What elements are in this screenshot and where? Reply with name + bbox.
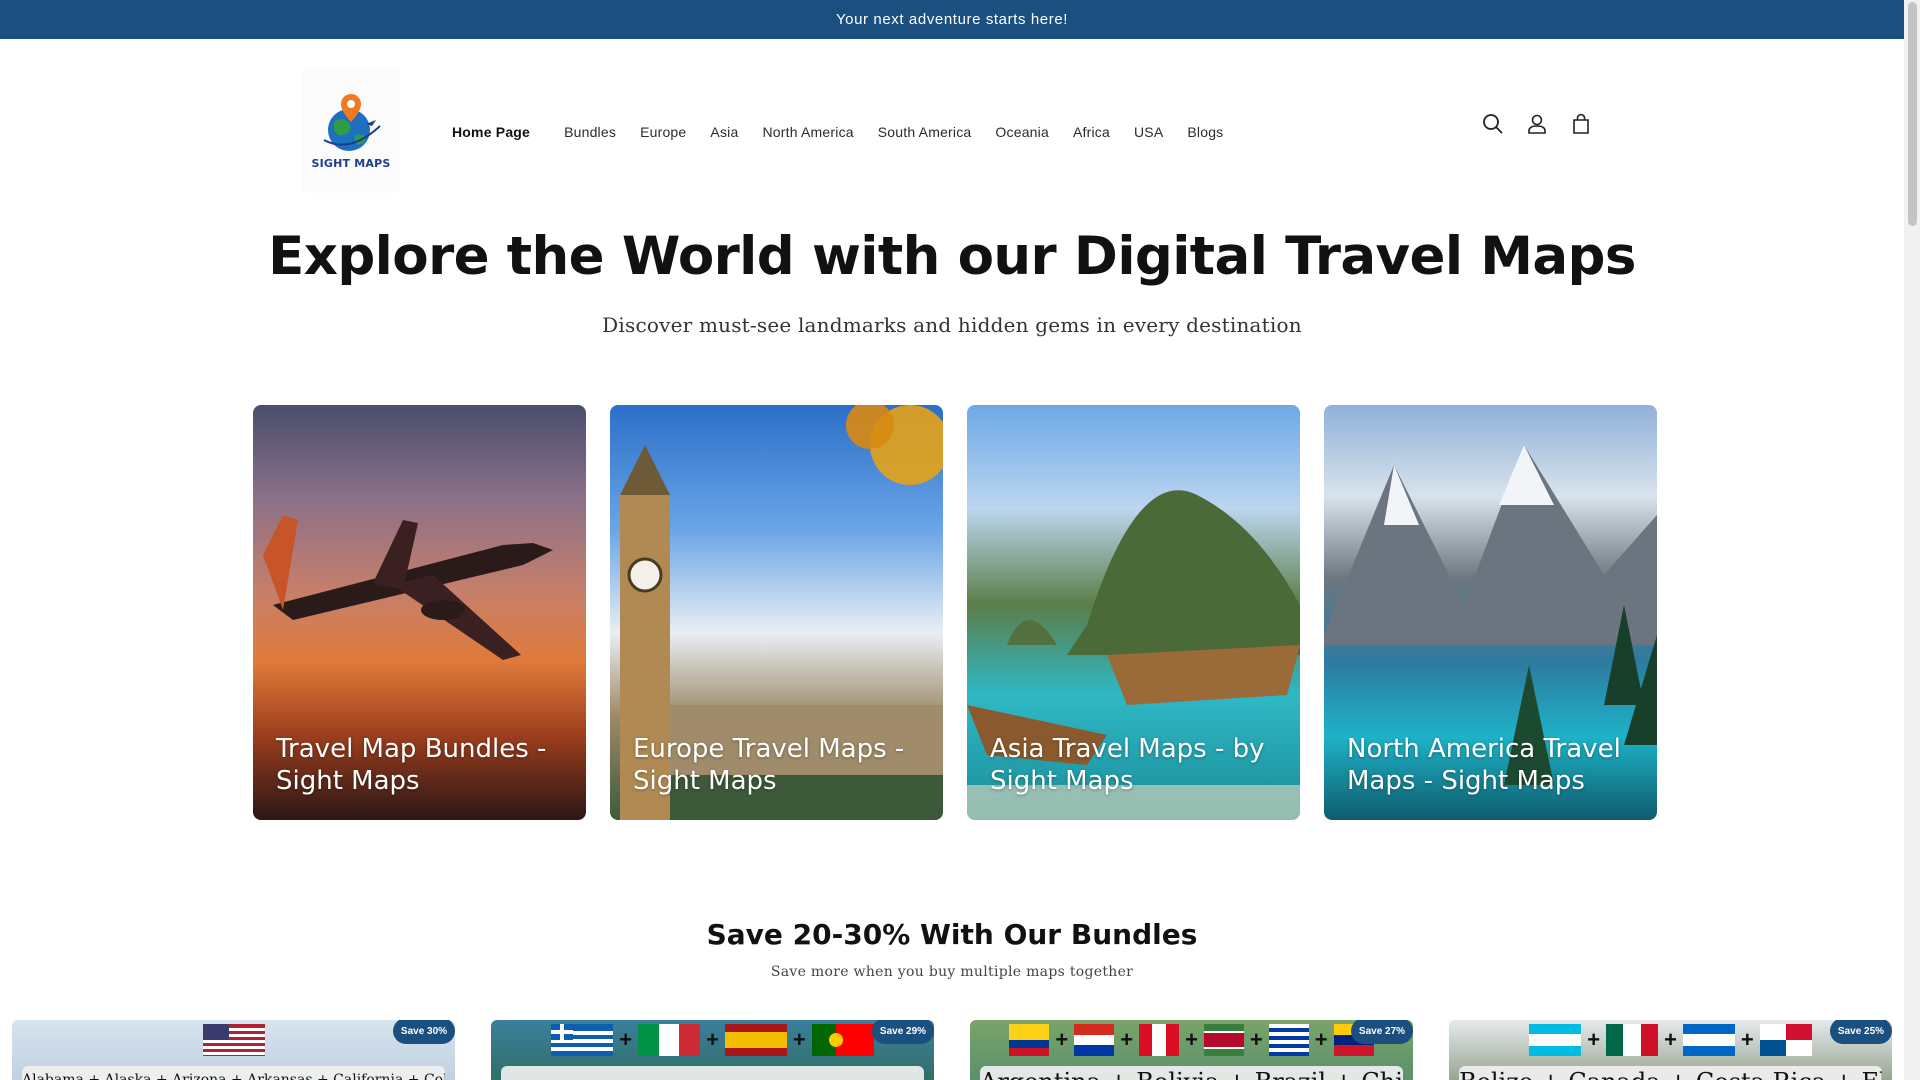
flags-row xyxy=(12,1020,455,1060)
discount-badge: Save 29% xyxy=(872,1020,934,1044)
discount-badge: Save 30% xyxy=(393,1020,455,1044)
collection-card-title: Travel Map Bundles - Sight Maps xyxy=(276,734,547,796)
nav-item-usa[interactable]: USA xyxy=(1134,124,1163,140)
collection-card-title: North America Travel Maps - Sight Maps xyxy=(1347,734,1621,796)
announcement-text: Your next adventure starts here! xyxy=(835,11,1069,28)
mexico-flag-icon xyxy=(1606,1024,1659,1056)
honduras-flag-icon xyxy=(1529,1024,1582,1056)
announcement-bar: Your next adventure starts here! xyxy=(0,0,1904,39)
flags-row: + + + + + xyxy=(970,1020,1413,1060)
bundle-product-card[interactable]: + + + Save 29% xyxy=(491,1020,934,1080)
flags-row: + + + xyxy=(491,1020,934,1060)
plus-icon: + xyxy=(1314,1027,1328,1052)
nav-item-oceania[interactable]: Oceania xyxy=(995,124,1049,140)
nav-item-asia[interactable]: Asia xyxy=(710,124,738,140)
nav-item-africa[interactable]: Africa xyxy=(1073,124,1110,140)
hero-subtitle: Discover must-see landmarks and hidden g… xyxy=(602,313,1302,337)
collection-card-europe[interactable]: Europe Travel Maps - Sight Maps xyxy=(610,405,943,820)
product-title: Alabama + Alaska + Arizona + Arkansas + … xyxy=(22,1066,445,1080)
bundles-section-subtitle: Save more when you buy multiple maps tog… xyxy=(770,964,1134,980)
plus-icon: + xyxy=(1664,1027,1677,1052)
main-nav: Home Page Bundles Europe Asia North Amer… xyxy=(440,117,1247,147)
italy-flag-icon xyxy=(638,1024,701,1056)
portugal-flag-icon xyxy=(811,1024,874,1056)
colombia-flag-icon xyxy=(1009,1024,1050,1056)
nav-item-europe[interactable]: Europe xyxy=(640,124,686,140)
site-header: SIGHT MAPS Home Page Bundles Europe Asia… xyxy=(0,39,1904,209)
greece-flag-icon xyxy=(551,1024,614,1056)
bundles-section-title: Save 20-30% With Our Bundles xyxy=(706,918,1198,951)
collection-card-north-america[interactable]: North America Travel Maps - Sight Maps xyxy=(1324,405,1657,820)
flags-row: + + + xyxy=(1449,1020,1892,1060)
uruguay-flag-icon xyxy=(1268,1024,1309,1056)
paraguay-flag-icon xyxy=(1074,1024,1115,1056)
usa-flag-icon xyxy=(202,1024,265,1056)
nav-item-north-america[interactable]: North America xyxy=(762,124,853,140)
collection-card-title: Asia Travel Maps - by Sight Maps xyxy=(990,734,1265,796)
panama-flag-icon xyxy=(1759,1024,1812,1056)
plus-icon: + xyxy=(706,1027,719,1052)
plus-icon: + xyxy=(792,1027,806,1052)
globe-pin-logo-icon xyxy=(323,94,381,151)
discount-badge: Save 25% xyxy=(1830,1020,1892,1044)
spain-flag-icon xyxy=(724,1024,787,1056)
product-title xyxy=(501,1066,924,1080)
nicaragua-flag-icon xyxy=(1682,1024,1735,1056)
collection-card-asia[interactable]: Asia Travel Maps - by Sight Maps xyxy=(967,405,1300,820)
product-title: Argentina + Bolivia + Brazil + Chile xyxy=(980,1066,1403,1080)
collection-card-title: Europe Travel Maps - Sight Maps xyxy=(633,734,905,796)
bundle-products: Alabama + Alaska + Arizona + Arkansas + … xyxy=(12,1020,1892,1080)
nav-item-bundles[interactable]: Bundles xyxy=(564,124,616,140)
plus-icon: + xyxy=(1120,1027,1134,1052)
bundle-product-card[interactable]: + + + Belize + Canada + Costa Rica + El … xyxy=(1449,1020,1892,1080)
cart-icon[interactable] xyxy=(1568,111,1594,137)
logo-text: SIGHT MAPS xyxy=(311,157,391,170)
nav-item-south-america[interactable]: South America xyxy=(878,124,972,140)
search-icon[interactable] xyxy=(1480,111,1506,137)
account-icon[interactable] xyxy=(1524,111,1550,137)
header-icons xyxy=(1480,111,1594,137)
discount-badge: Save 27% xyxy=(1351,1020,1413,1044)
plus-icon: + xyxy=(1185,1027,1198,1052)
collection-cards: Travel Map Bundles - Sight Maps Europe T… xyxy=(253,405,1657,820)
page-scrollbar[interactable] xyxy=(1904,0,1920,1080)
product-title: Belize + Canada + Costa Rica + El xyxy=(1459,1066,1882,1080)
bundle-product-card[interactable]: Alabama + Alaska + Arizona + Arkansas + … xyxy=(12,1020,455,1080)
plus-icon: + xyxy=(1740,1027,1754,1052)
nav-item-blogs[interactable]: Blogs xyxy=(1187,124,1223,140)
bundle-product-card[interactable]: + + + + + Argentina + Bolivia + Brazil +… xyxy=(970,1020,1413,1080)
plus-icon: + xyxy=(619,1027,633,1052)
suriname-flag-icon xyxy=(1203,1024,1244,1056)
plus-icon: + xyxy=(1249,1027,1263,1052)
collection-card-bundles[interactable]: Travel Map Bundles - Sight Maps xyxy=(253,405,586,820)
plus-icon: + xyxy=(1055,1027,1069,1052)
hero-title: Explore the World with our Digital Trave… xyxy=(268,226,1636,287)
peru-flag-icon xyxy=(1139,1024,1180,1056)
nav-item-home-page[interactable]: Home Page xyxy=(452,124,530,140)
site-logo[interactable]: SIGHT MAPS xyxy=(302,69,400,193)
plus-icon: + xyxy=(1587,1027,1601,1052)
scrollbar-thumb[interactable] xyxy=(1908,2,1917,226)
